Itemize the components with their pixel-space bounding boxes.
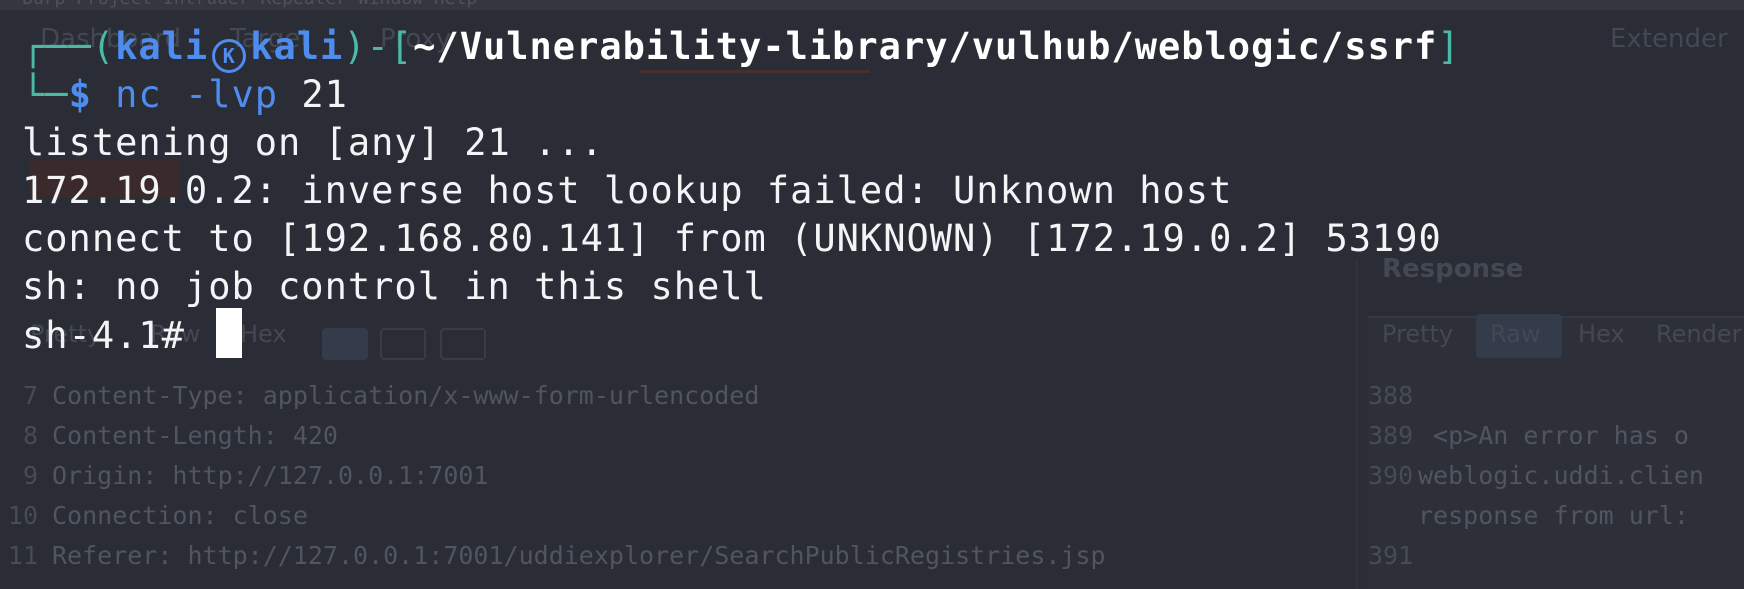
output-line: listening on [any] 21 ...	[22, 121, 604, 164]
prompt-line-2: └─$ nc -lvp 21	[22, 68, 348, 122]
shell-prompt: sh-4.1#	[22, 314, 209, 357]
prompt-path: ~/Vulnerability-library/vulhub/weblogic/…	[413, 25, 1438, 68]
prompt-corner-top: ┌──(	[22, 25, 116, 68]
prompt-dollar: $	[68, 73, 92, 116]
command-name: nc	[115, 73, 162, 116]
prompt-line-1: ┌──(kali Kkali)-[~/Vulnerability-library/…	[22, 20, 1461, 74]
prompt-close-bracket: ]	[1437, 25, 1461, 68]
command-flag: -lvp	[184, 73, 279, 116]
command-arg: 21	[301, 73, 348, 116]
output-line: sh: no job control in this shell	[22, 265, 767, 308]
terminal-window[interactable]: ┌──(kali Kkali)-[~/Vulnerability-library/…	[0, 0, 1744, 589]
prompt-user: kali	[115, 25, 209, 68]
prompt-corner-bottom: └─	[22, 73, 69, 116]
prompt-host: kali	[250, 25, 344, 68]
shell-prompt-line[interactable]: sh-4.1#	[22, 308, 243, 362]
text-cursor[interactable]	[216, 308, 243, 358]
output-line: 172.19.0.2: inverse host lookup failed: …	[22, 169, 1233, 212]
prompt-separator: )-[	[343, 25, 414, 68]
output-line: connect to [192.168.80.141] from (UNKNOW…	[22, 217, 1442, 260]
